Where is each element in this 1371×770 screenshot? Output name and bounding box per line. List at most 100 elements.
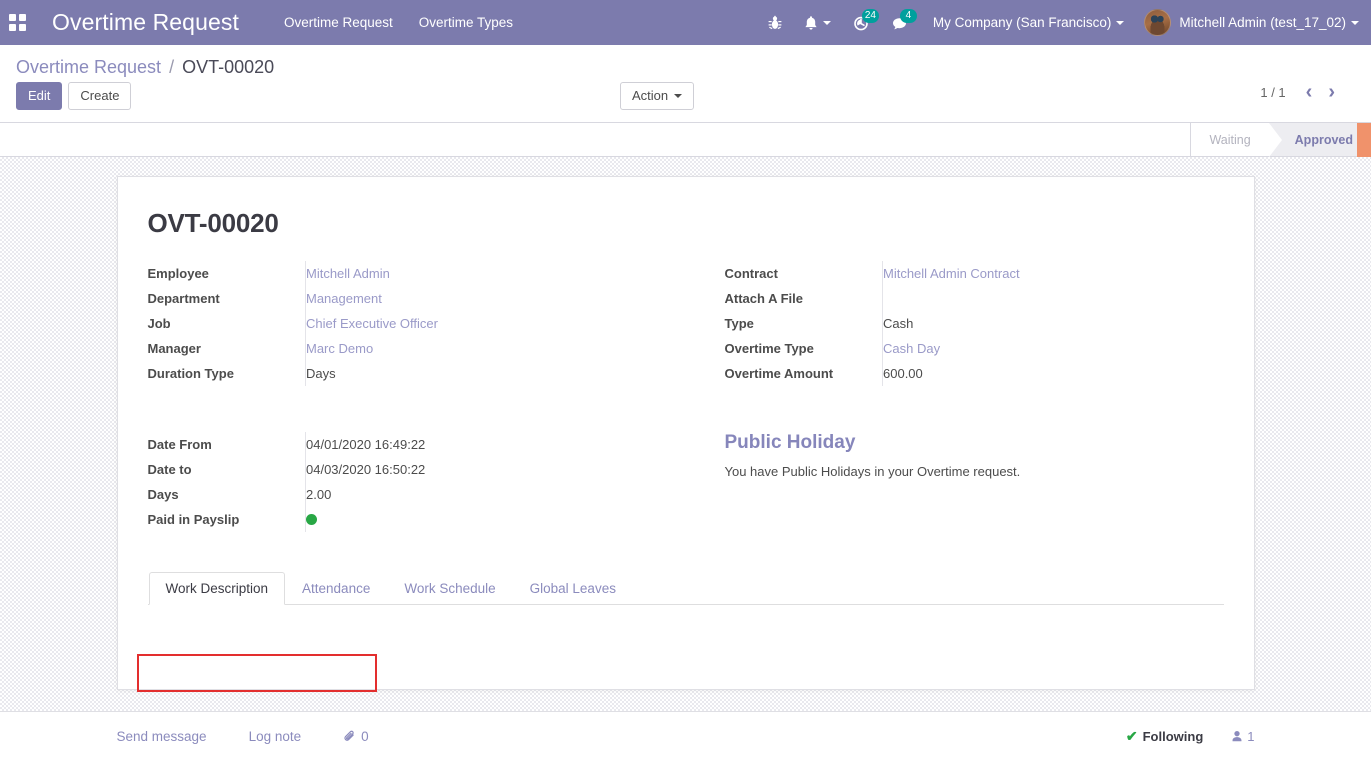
chevron-down-icon <box>1116 20 1125 25</box>
chevron-left-icon[interactable]: ‹ <box>1300 82 1319 102</box>
form-column-left: Employee Mitchell Admin Department Manag… <box>147 261 686 532</box>
field-label-employee: Employee <box>147 261 306 286</box>
chevron-down-icon <box>822 20 831 25</box>
control-panel-buttons: Edit Create Action 1 / 1 ‹ › <box>16 82 1355 122</box>
breadcrumb: Overtime Request / OVT-00020 <box>16 45 1355 82</box>
field-label-date-to: Date to <box>147 457 306 482</box>
breadcrumb-separator: / <box>169 57 175 77</box>
apps-menu-button[interactable] <box>0 0 34 45</box>
chatter-followers-area: ✔ Following 1 <box>1126 728 1255 745</box>
company-name: My Company (San Francisco) <box>932 15 1112 30</box>
form-spacer <box>725 386 1224 432</box>
chatter-toolbar: Send message Log note 0 ✔ Following 1 <box>117 728 1255 745</box>
field-value-date-from: 04/01/2020 16:49:22 <box>306 437 426 452</box>
field-row-type: Type Cash <box>724 311 1224 336</box>
top-navbar: Overtime Request Overtime Request Overti… <box>0 0 1371 45</box>
public-holiday-text: You have Public Holidays in your Overtim… <box>724 464 1021 479</box>
field-value-overtime-amount: 600.00 <box>883 366 923 381</box>
control-panel: Overtime Request / OVT-00020 Edit Create… <box>0 45 1371 123</box>
action-menu-label: Action <box>632 88 669 103</box>
field-label-manager: Manager <box>147 336 306 361</box>
breadcrumb-current: OVT-00020 <box>182 57 275 77</box>
status-step-waiting[interactable]: Waiting <box>1191 123 1269 156</box>
field-label-overtime-amount: Overtime Amount <box>724 361 883 386</box>
chevron-right-icon[interactable]: › <box>1322 82 1341 102</box>
menu-item-overtime-request[interactable]: Overtime Request <box>284 15 393 30</box>
field-row-employee: Employee Mitchell Admin <box>147 261 656 286</box>
action-menu-button[interactable]: Action <box>620 82 695 110</box>
followers-count: 1 <box>1247 729 1255 744</box>
field-row-department: Department Management <box>147 286 656 311</box>
attach-files-button[interactable]: 0 <box>343 729 369 744</box>
send-message-button[interactable]: Send message <box>117 729 207 744</box>
user-menu[interactable]: Mitchell Admin (test_17_02) <box>1134 9 1359 36</box>
form-view-content: OVT-00020 Employee Mitchell Admin Depart… <box>0 157 1371 770</box>
status-bar: Waiting Approved <box>1190 123 1371 157</box>
chatter: Send message Log note 0 ✔ Following 1 <box>0 711 1371 770</box>
field-label-paid-in-payslip: Paid in Payslip <box>147 507 306 532</box>
public-holiday-section: Public Holiday You have Public Holidays … <box>725 432 1224 479</box>
notebook-tabs: Work Description Attendance Work Schedul… <box>147 572 1224 605</box>
company-switcher[interactable]: My Company (San Francisco) <box>919 15 1135 30</box>
field-value-department[interactable]: Management <box>306 291 382 306</box>
record-pager: 1 / 1 ‹ › <box>1260 82 1341 102</box>
field-row-manager: Manager Marc Demo <box>147 336 656 361</box>
bug-icon[interactable] <box>757 0 793 45</box>
bug-glyph <box>768 15 782 29</box>
field-value-attach-a-file[interactable] <box>883 286 1224 311</box>
field-value-job[interactable]: Chief Executive Officer <box>306 316 438 331</box>
field-group-right: Contract Mitchell Admin Contract Attach … <box>724 261 1224 386</box>
tab-work-description[interactable]: Work Description <box>148 572 286 605</box>
field-group-left: Employee Mitchell Admin Department Manag… <box>147 261 656 386</box>
field-value-duration-type: Days <box>306 366 336 381</box>
following-label: Following <box>1142 729 1204 744</box>
following-button[interactable]: ✔ Following <box>1126 728 1203 745</box>
attachment-count: 0 <box>361 729 369 744</box>
field-label-contract: Contract <box>724 261 883 286</box>
field-value-date-to: 04/03/2020 16:50:22 <box>306 462 426 477</box>
field-value-overtime-type[interactable]: Cash Day <box>883 341 940 356</box>
field-label-overtime-type: Overtime Type <box>724 336 883 361</box>
timer-widget[interactable]: 24 <box>842 0 880 45</box>
navbar-systray: 24 4 My Company (San Francisco) Mitchell… <box>757 0 1371 45</box>
log-note-button[interactable]: Log note <box>249 729 302 744</box>
field-label-attach-a-file: Attach A File <box>724 286 883 311</box>
field-row-paid-in-payslip: Paid in Payslip <box>147 507 656 532</box>
edit-button[interactable]: Edit <box>16 82 63 110</box>
timer-badge: 24 <box>861 9 879 23</box>
field-label-days: Days <box>147 482 306 507</box>
field-row-days: Days 2.00 <box>147 482 656 507</box>
app-brand-title[interactable]: Overtime Request <box>52 9 239 36</box>
bell-icon <box>805 15 817 30</box>
field-row-date-from: Date From 04/01/2020 16:49:22 <box>147 432 656 457</box>
field-value-manager[interactable]: Marc Demo <box>306 341 373 356</box>
form-spacer <box>148 386 656 432</box>
field-value-type: Cash <box>883 316 914 331</box>
field-row-overtime-type: Overtime Type Cash Day <box>724 336 1224 361</box>
breadcrumb-root[interactable]: Overtime Request <box>16 57 161 77</box>
status-step-approved[interactable]: Approved <box>1268 123 1371 157</box>
field-label-job: Job <box>147 311 306 336</box>
paid-in-payslip-toggle[interactable] <box>306 514 317 526</box>
form-columns: Employee Mitchell Admin Department Manag… <box>147 261 1224 532</box>
user-name: Mitchell Admin (test_17_02) <box>1179 15 1346 30</box>
messages-badge: 4 <box>899 9 917 23</box>
form-sheet: OVT-00020 Employee Mitchell Admin Depart… <box>116 176 1255 690</box>
right-edge-accent-bar <box>1357 123 1371 157</box>
paperclip-icon <box>344 730 354 741</box>
tab-work-schedule[interactable]: Work Schedule <box>387 572 512 605</box>
tab-panel-work-description[interactable] <box>148 605 1224 663</box>
field-value-employee[interactable]: Mitchell Admin <box>306 266 390 281</box>
tab-attendance[interactable]: Attendance <box>285 572 387 605</box>
tab-global-leaves[interactable]: Global Leaves <box>513 572 633 605</box>
pager-count: 1 / 1 <box>1260 84 1286 100</box>
field-row-overtime-amount: Overtime Amount 600.00 <box>724 361 1224 386</box>
create-button[interactable]: Create <box>68 82 132 110</box>
field-value-contract[interactable]: Mitchell Admin Contract <box>883 266 1020 281</box>
user-icon <box>1232 731 1242 742</box>
messages-menu[interactable]: 4 <box>880 0 919 45</box>
followers-button[interactable]: 1 <box>1231 729 1255 744</box>
menu-item-overtime-types[interactable]: Overtime Types <box>419 15 513 30</box>
activities-menu[interactable] <box>793 0 842 45</box>
notebook: Work Description Attendance Work Schedul… <box>147 572 1224 663</box>
